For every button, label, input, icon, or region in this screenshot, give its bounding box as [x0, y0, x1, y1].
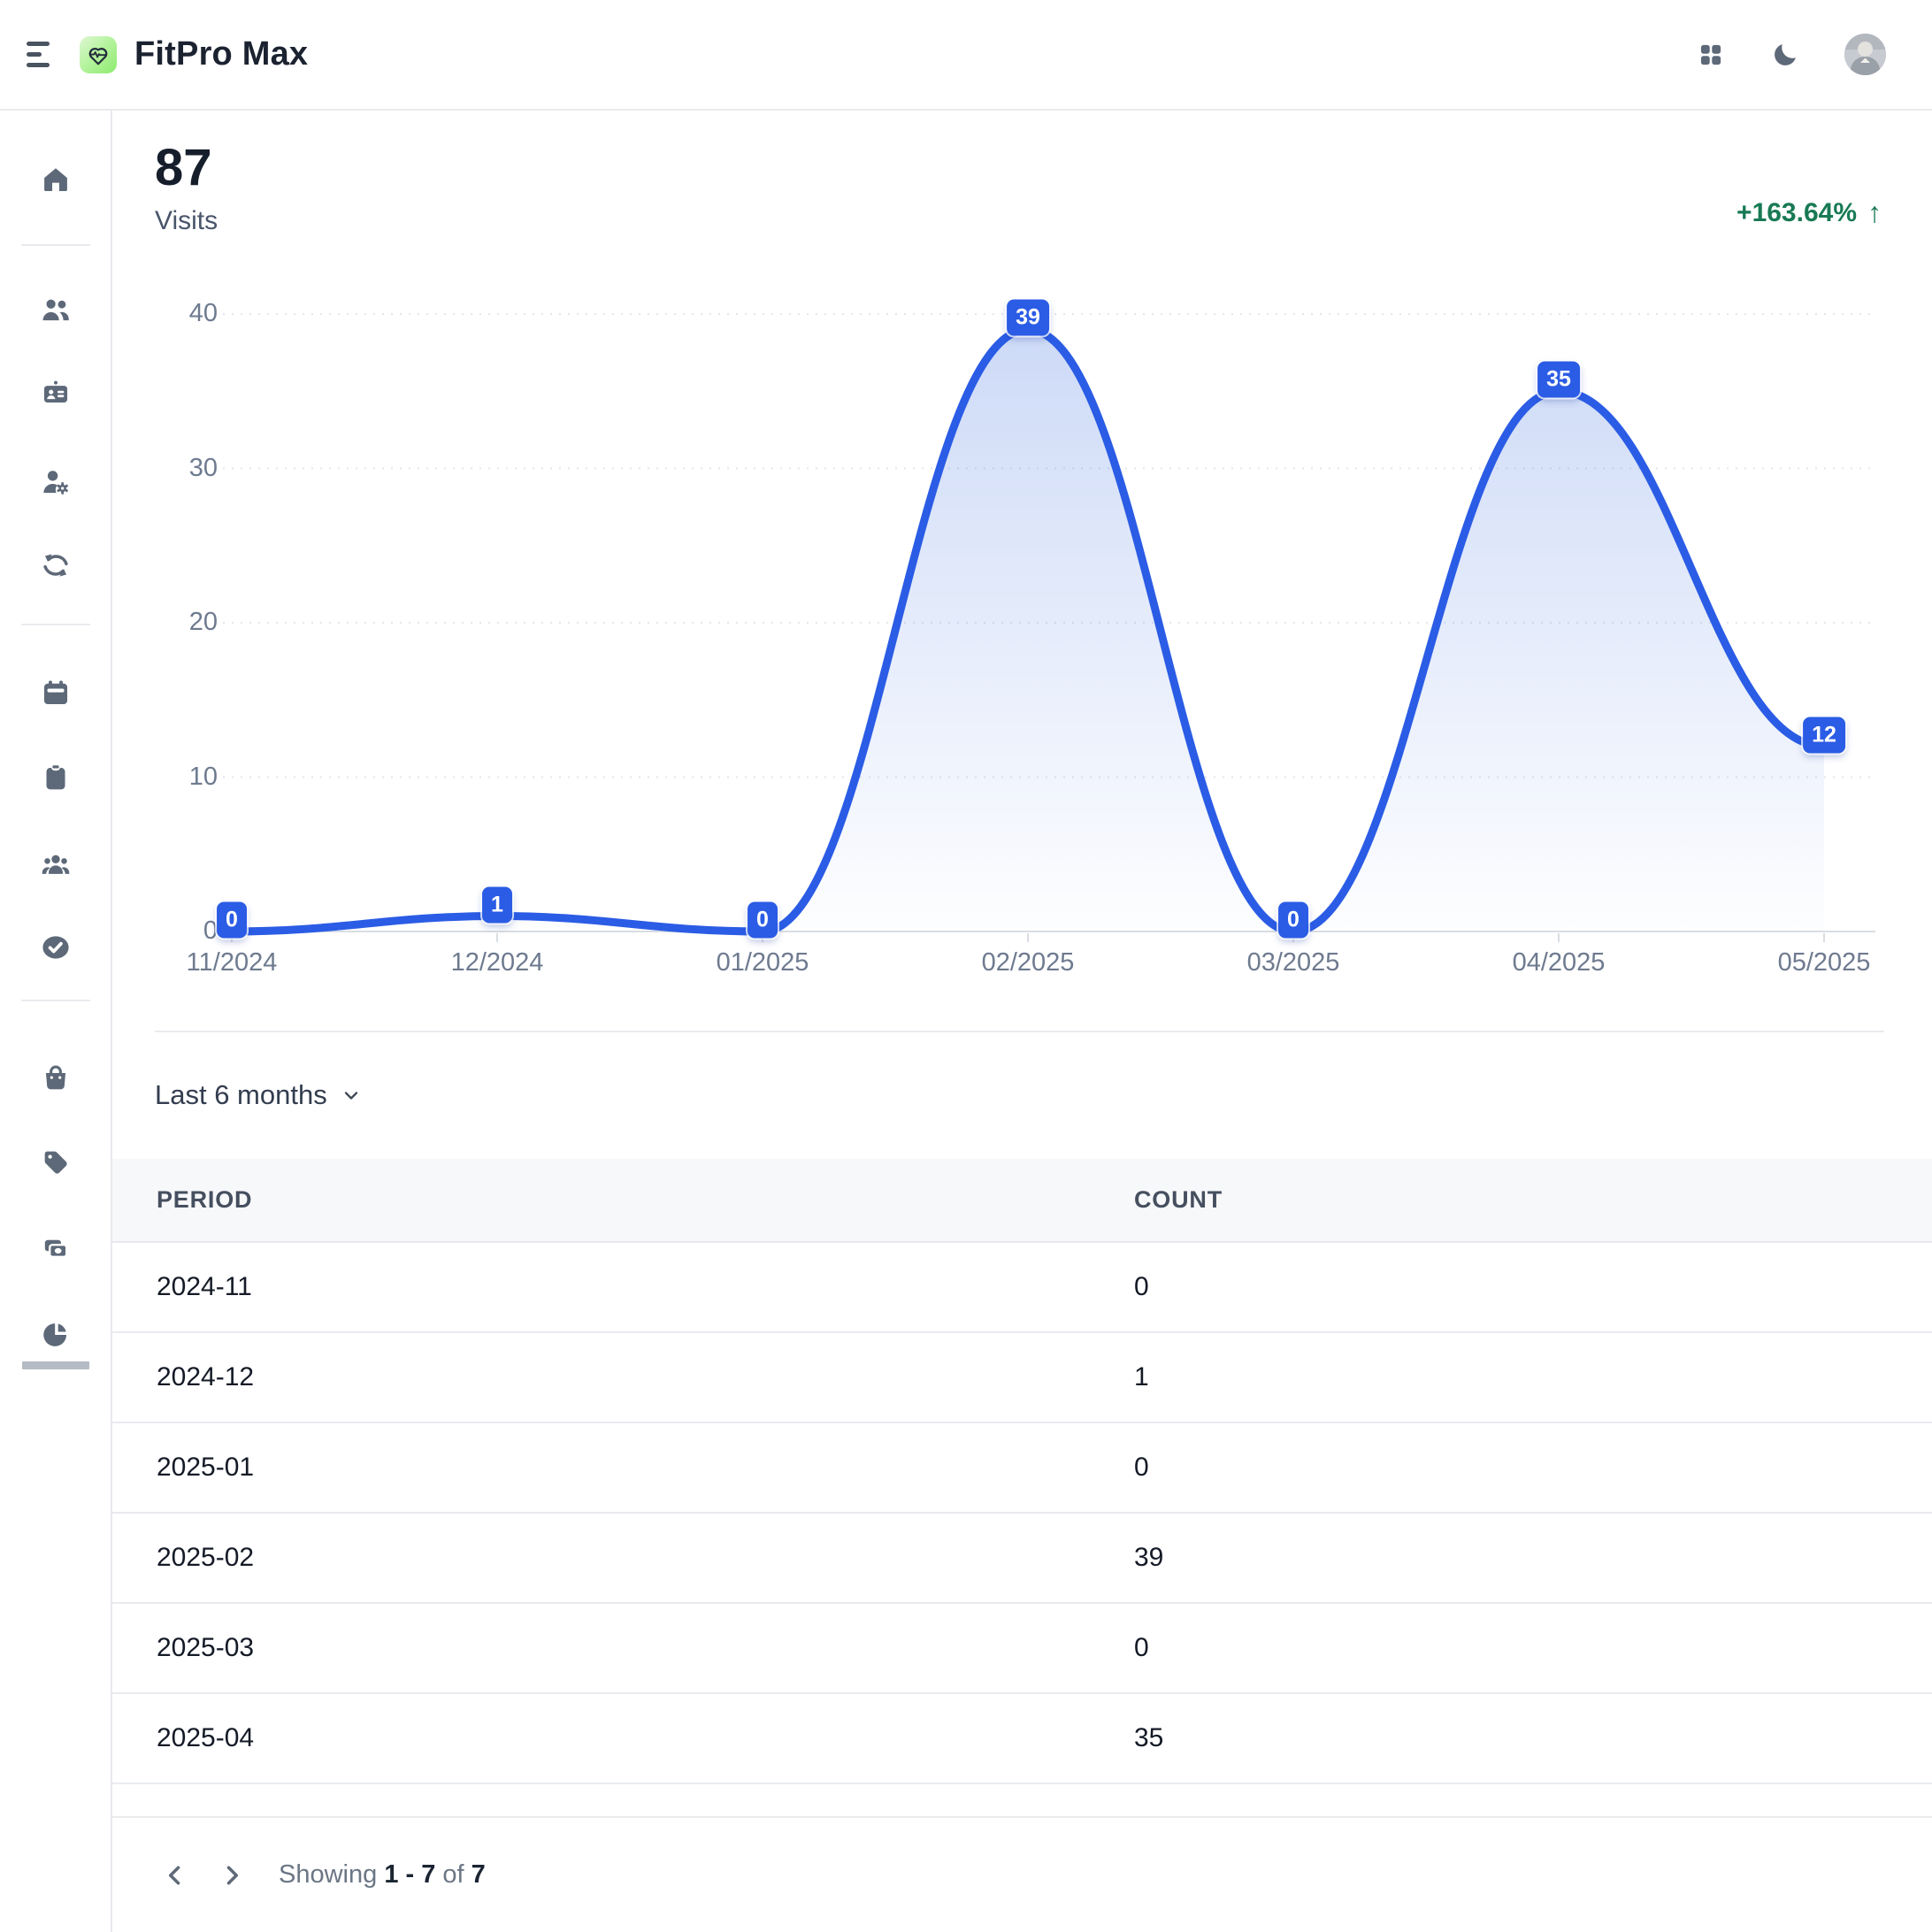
user-avatar[interactable] — [1844, 34, 1886, 75]
period-cell: 2025-03 — [112, 1633, 1134, 1663]
chevron-right-icon — [219, 1863, 244, 1888]
sidebar-item-check-circle[interactable] — [41, 932, 71, 962]
trend-up-arrow-icon: ↑ — [1867, 196, 1882, 229]
visits-line-chart: 01020304011/202412/202401/202502/202503/… — [112, 283, 1932, 1031]
periods-table: PERIOD COUNT 2024-11 0 2024-12 1 2025-01… — [112, 1159, 1932, 1816]
table-row: 2025-03 0 — [112, 1604, 1932, 1694]
period-cell: 2025-04 — [112, 1723, 1134, 1753]
menu-icon[interactable] — [27, 42, 57, 67]
column-header-period: PERIOD — [112, 1186, 1134, 1214]
sidebar-item-shopping-bag[interactable] — [41, 1062, 71, 1092]
x-axis-tick-label: 01/2025 — [692, 948, 833, 978]
table-header-row: PERIOD COUNT — [112, 1159, 1932, 1243]
x-axis-tick-label: 04/2025 — [1488, 948, 1629, 978]
pagination-status: Showing 1 - 7 of 7 — [279, 1860, 486, 1890]
table-row: 2024-11 0 — [112, 1243, 1932, 1333]
x-axis-tick-label: 03/2025 — [1223, 948, 1364, 978]
sidebar-divider — [21, 244, 90, 246]
x-axis-tick-label: 05/2025 — [1753, 948, 1895, 978]
page-range: 1 - 7 — [384, 1860, 435, 1889]
sidebar-item-user-settings[interactable] — [41, 467, 71, 497]
sidebar-item-users[interactable] — [41, 295, 71, 325]
percent-change: +163.64% ↑ — [1736, 196, 1882, 229]
y-axis-tick-label: 20 — [147, 608, 218, 637]
count-cell: 0 — [1134, 1453, 1932, 1483]
x-axis-tick-label: 12/2024 — [426, 948, 568, 978]
chart-canvas — [112, 283, 1932, 1031]
prev-page-button[interactable] — [155, 1855, 196, 1896]
visits-stat: 87 Visits — [155, 137, 218, 236]
count-cell: 39 — [1134, 1543, 1932, 1573]
stat-label: Visits — [155, 206, 218, 236]
y-axis-tick-label: 40 — [147, 299, 218, 328]
y-axis-tick-label: 10 — [147, 763, 218, 792]
apps-grid-icon[interactable] — [1696, 40, 1726, 70]
dark-mode-moon-icon[interactable] — [1770, 40, 1800, 70]
sidebar-item-tag[interactable] — [41, 1147, 71, 1177]
period-cell: 2025-01 — [112, 1453, 1134, 1483]
percent-change-value: +163.64% — [1736, 198, 1857, 228]
table-row: 2024-12 1 — [112, 1333, 1932, 1423]
data-point-badge: 0 — [1278, 902, 1308, 939]
of-label: of — [442, 1860, 464, 1889]
sidebar-item-clipboard[interactable] — [41, 763, 71, 793]
table-row: 2025-05 12 — [112, 1784, 1932, 1816]
period-cell: 2025-02 — [112, 1543, 1134, 1573]
chevron-left-icon — [163, 1863, 188, 1888]
app-title: FitPro Max — [134, 35, 308, 73]
active-indicator — [22, 1361, 89, 1369]
count-cell: 35 — [1134, 1723, 1932, 1753]
next-page-button[interactable] — [211, 1855, 252, 1896]
data-point-badge: 35 — [1537, 362, 1580, 398]
data-point-badge: 12 — [1803, 717, 1845, 753]
sidebar-item-home[interactable] — [41, 165, 71, 195]
x-axis-tick-label: 11/2024 — [161, 948, 303, 978]
main-content: 87 Visits +163.64% ↑ 01020304011/202412/… — [112, 111, 1932, 1932]
sidebar-item-team[interactable] — [41, 850, 71, 880]
showing-label: Showing — [279, 1860, 377, 1889]
sidebar-nav — [0, 111, 112, 1932]
sidebar-divider — [21, 1000, 90, 1001]
count-cell: 1 — [1134, 1362, 1932, 1392]
data-point-badge: 0 — [748, 902, 778, 939]
total-count: 7 — [472, 1860, 486, 1889]
period-cell: 2024-12 — [112, 1362, 1134, 1392]
y-axis-tick-label: 30 — [147, 454, 218, 483]
pagination: Showing 1 - 7 of 7 — [112, 1816, 1932, 1932]
sidebar-item-pie-chart[interactable] — [41, 1319, 71, 1349]
section-divider — [155, 1031, 1884, 1032]
x-axis-tick-label: 02/2025 — [957, 948, 1099, 978]
app-header: FitPro Max — [0, 0, 1932, 111]
table-row: 2025-02 39 — [112, 1514, 1932, 1604]
table-row: 2025-01 0 — [112, 1423, 1932, 1514]
sidebar-item-sync[interactable] — [41, 550, 71, 580]
sidebar-item-id-card[interactable] — [41, 378, 71, 408]
count-cell: 0 — [1134, 1272, 1932, 1302]
app-logo-heart-pulse-icon — [80, 36, 117, 73]
stat-value: 87 — [155, 137, 218, 199]
count-cell: 0 — [1134, 1633, 1932, 1663]
data-point-badge: 39 — [1007, 300, 1049, 336]
sidebar-item-calendar[interactable] — [41, 678, 71, 708]
column-header-count: COUNT — [1134, 1186, 1932, 1214]
chart-area-fill — [232, 329, 1824, 932]
data-point-badge: 1 — [482, 886, 512, 923]
sidebar-divider — [21, 624, 90, 625]
y-axis-tick-label: 0 — [147, 916, 218, 946]
date-range-label: Last 6 months — [155, 1079, 327, 1111]
data-point-badge: 0 — [217, 902, 247, 939]
chevron-down-icon — [341, 1085, 362, 1106]
table-row: 2025-04 35 — [112, 1694, 1932, 1784]
sidebar-item-payments[interactable] — [41, 1234, 71, 1264]
date-range-dropdown[interactable]: Last 6 months — [155, 1070, 362, 1119]
period-cell: 2024-11 — [112, 1272, 1134, 1302]
